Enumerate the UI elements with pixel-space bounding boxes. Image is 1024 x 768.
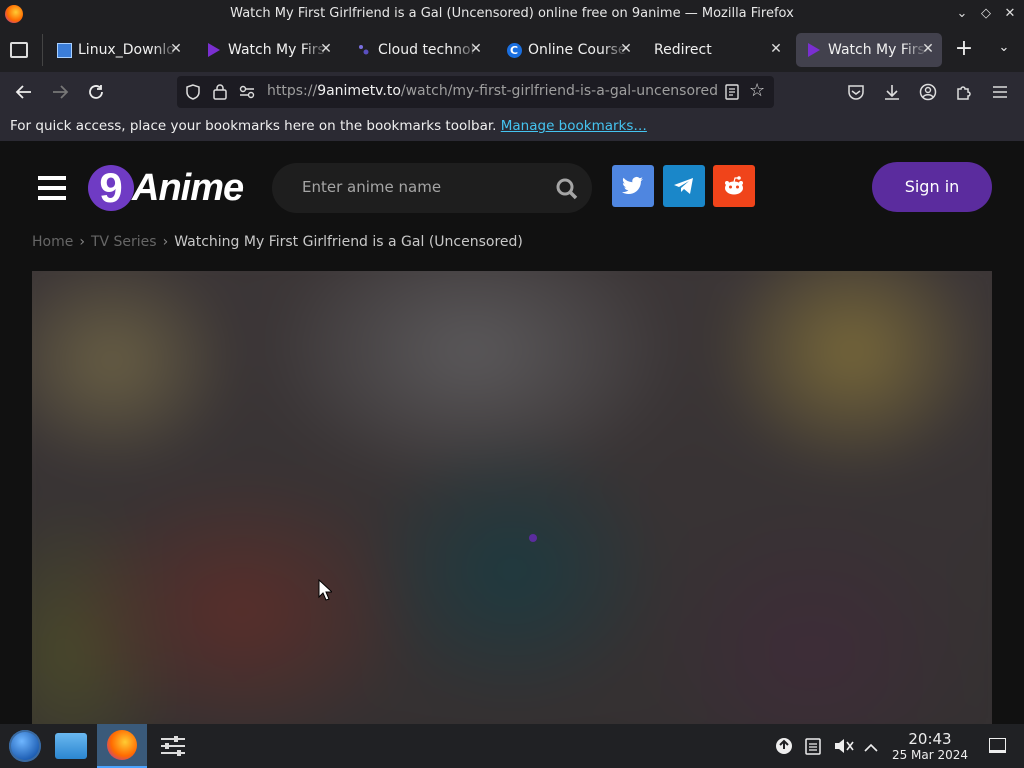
close-tab-icon[interactable]: ✕ <box>168 41 184 57</box>
tab-bar: Linux_Downlo ✕ Watch My First ✕ Cloud te… <box>0 28 1024 72</box>
tab-label: Redirect <box>654 42 712 58</box>
url-domain: 9animetv.to <box>317 83 401 99</box>
tab-label: Linux_Downlo <box>78 42 175 58</box>
close-tab-icon[interactable]: ✕ <box>468 41 484 57</box>
bookmarks-hint-text: For quick access, place your bookmarks h… <box>10 118 497 134</box>
tab-cloud-technology[interactable]: Cloud technol ✕ <box>346 33 490 67</box>
twitter-icon <box>622 176 643 195</box>
logo-digit: 9 <box>99 164 123 211</box>
close-tab-icon[interactable]: ✕ <box>618 41 634 57</box>
bookmarks-toolbar: For quick access, place your bookmarks h… <box>0 112 1024 141</box>
url-path: /watch/my-first-girlfriend-is-a-gal-unce… <box>400 83 717 99</box>
breadcrumb-separator-icon: › <box>79 234 85 250</box>
tab-watch-1[interactable]: Watch My First ✕ <box>196 33 340 67</box>
clock-time: 20:43 <box>908 730 952 748</box>
site-logo[interactable]: 9 Anime <box>88 162 244 214</box>
reader-view-icon[interactable] <box>725 84 739 104</box>
shield-icon[interactable] <box>185 84 201 104</box>
cloud-favicon <box>356 42 372 58</box>
breadcrumb-home[interactable]: Home <box>32 234 73 250</box>
tab-label: Watch My First <box>228 42 328 58</box>
volume-muted-icon[interactable] <box>834 737 854 759</box>
twitter-button[interactable] <box>612 165 654 207</box>
downloads-icon[interactable] <box>880 80 904 104</box>
hamburger-menu-icon[interactable] <box>988 80 1012 104</box>
sign-in-button[interactable]: Sign in <box>872 162 992 212</box>
show-desktop-icon[interactable] <box>989 738 1006 753</box>
logo-digit-circle: 9 <box>88 165 134 211</box>
firefox-icon <box>107 730 137 760</box>
video-player[interactable] <box>32 271 992 724</box>
back-arrow-icon[interactable] <box>12 80 36 104</box>
site-menu-icon[interactable] <box>38 175 66 201</box>
tab-online-courses[interactable]: C Online Courses ✕ <box>496 33 640 67</box>
play-triangle-favicon <box>806 42 822 58</box>
minimize-icon[interactable]: ⌄ <box>953 5 971 23</box>
clock-date: 25 Mar 2024 <box>891 748 969 762</box>
close-window-icon[interactable]: ✕ <box>1001 5 1019 23</box>
breadcrumb-separator-icon: › <box>162 234 169 250</box>
navigation-bar: https://9animetv.to/watch/my-first-girlf… <box>0 72 1024 112</box>
pocket-icon[interactable] <box>844 80 868 104</box>
permissions-icon[interactable] <box>239 84 255 104</box>
forward-arrow-icon[interactable] <box>48 80 72 104</box>
reddit-button[interactable] <box>713 165 755 207</box>
windows-start-icon <box>9 730 41 762</box>
telegram-icon <box>674 178 693 194</box>
firefox-taskbar-button[interactable] <box>97 724 147 768</box>
c-circle-favicon: C <box>506 42 522 58</box>
clock[interactable]: 20:43 25 Mar 2024 <box>890 730 970 762</box>
tray-expand-chevron-icon[interactable] <box>864 738 878 757</box>
bookmarks-hint: For quick access, place your bookmarks h… <box>10 118 647 134</box>
tab-redirect[interactable]: Redirect ✕ <box>646 33 790 67</box>
breadcrumb: Home › TV Series › Watching My First Girlfri… <box>32 234 523 250</box>
start-menu-button[interactable] <box>0 724 50 768</box>
video-poster-blurred <box>32 271 992 724</box>
search-placeholder: Enter anime name <box>302 178 442 196</box>
window-titlebar: Watch My First Girlfriend is a Gal (Unce… <box>0 0 1024 28</box>
search-icon[interactable] <box>556 178 578 204</box>
search-input[interactable]: Enter anime name <box>272 163 592 213</box>
clipboard-icon[interactable] <box>805 737 821 759</box>
tab-watch-active[interactable]: Watch My First ✕ <box>796 33 942 67</box>
tab-linux-downloads[interactable]: Linux_Downlo ✕ <box>46 33 190 67</box>
lock-icon[interactable] <box>213 83 227 104</box>
logo-word: Anime <box>132 166 244 209</box>
tab-label: Watch My First <box>828 42 928 58</box>
list-tabs-chevron-icon[interactable]: ⌄ <box>994 40 1014 60</box>
tab-label: Online Courses <box>528 42 628 58</box>
linux-download-favicon <box>56 42 72 58</box>
mouse-cursor-icon <box>318 579 332 601</box>
sliders-icon <box>161 736 185 756</box>
url-prefix: https:// <box>267 83 318 99</box>
window-title: Watch My First Girlfriend is a Gal (Unce… <box>230 6 794 21</box>
tab-overview-icon[interactable] <box>10 42 28 58</box>
breadcrumb-tv-series[interactable]: TV Series <box>91 234 157 250</box>
url-bar[interactable]: https://9animetv.to/watch/my-first-girlf… <box>177 76 774 108</box>
loading-spinner-icon <box>529 534 537 542</box>
reddit-icon <box>725 176 743 195</box>
web-page: 9 Anime Enter anime name Sign in Home › TV… <box>0 141 1024 724</box>
tab-label: Cloud technol <box>378 42 475 58</box>
folder-icon <box>55 733 87 759</box>
reload-icon[interactable] <box>84 80 108 104</box>
file-manager-button[interactable] <box>46 724 96 768</box>
bookmark-star-icon[interactable]: ☆ <box>749 82 765 100</box>
taskbar: 20:43 25 Mar 2024 <box>0 724 1024 768</box>
account-icon[interactable] <box>916 80 940 104</box>
close-tab-icon[interactable]: ✕ <box>920 41 936 57</box>
new-tab-icon[interactable]: + <box>954 38 974 62</box>
url-text[interactable]: https://9animetv.to/watch/my-first-girlf… <box>267 83 717 99</box>
extensions-icon[interactable] <box>952 80 976 104</box>
close-tab-icon[interactable]: ✕ <box>768 41 784 57</box>
play-triangle-favicon <box>206 42 222 58</box>
manage-bookmarks-link[interactable]: Manage bookmarks… <box>501 118 647 134</box>
maximize-icon[interactable]: ◇ <box>977 5 995 23</box>
close-tab-icon[interactable]: ✕ <box>318 41 334 57</box>
breadcrumb-current: Watching My First Girlfriend is a Gal (U… <box>174 234 523 250</box>
settings-taskbar-button[interactable] <box>148 724 198 768</box>
telegram-button[interactable] <box>663 165 705 207</box>
update-notifier-icon[interactable] <box>775 737 793 759</box>
tab-divider <box>42 34 43 66</box>
